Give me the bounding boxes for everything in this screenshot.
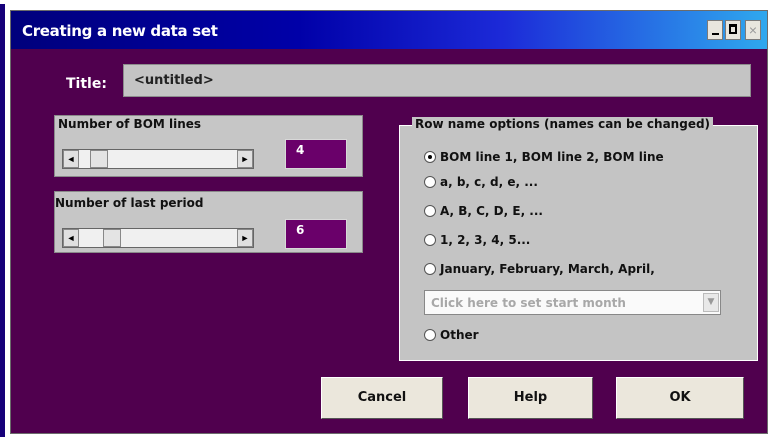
last-period-label: Number of last period <box>55 196 204 210</box>
title-bar[interactable]: Creating a new data set × <box>11 11 767 49</box>
start-month-select[interactable]: Click here to set start month ▼ <box>424 290 721 315</box>
start-month-placeholder: Click here to set start month <box>431 296 626 310</box>
chevron-down-icon[interactable]: ▼ <box>703 293 719 312</box>
bom-lines-slider-thumb[interactable] <box>90 150 109 168</box>
radio-button[interactable] <box>424 151 436 163</box>
minimize-button[interactable] <box>707 20 723 40</box>
title-input[interactable]: <untitled> <box>123 64 751 97</box>
scroll-left-icon[interactable]: ◄ <box>63 150 79 168</box>
ok-button[interactable]: OK <box>616 377 744 419</box>
radio-button[interactable] <box>424 205 436 217</box>
radio-label: January, February, March, April, <box>440 262 655 276</box>
maximize-button[interactable] <box>725 20 741 40</box>
bom-lines-group: Number of BOM lines ◄ ► 4 <box>54 115 363 177</box>
radio-label: a, b, c, d, e, ... <box>440 175 538 189</box>
last-period-slider[interactable]: ◄ ► <box>62 228 254 248</box>
help-button[interactable]: Help <box>468 377 593 419</box>
close-button[interactable]: × <box>745 20 761 40</box>
scroll-right-icon[interactable]: ► <box>237 229 253 247</box>
cancel-button[interactable]: Cancel <box>321 377 443 419</box>
scroll-left-icon[interactable]: ◄ <box>63 229 79 247</box>
last-period-slider-thumb[interactable] <box>102 229 121 247</box>
row-name-options-legend: Row name options (names can be changed) <box>412 117 714 131</box>
row-name-options-group: Row name options (names can be changed) … <box>399 117 758 361</box>
maximize-icon <box>729 24 737 34</box>
minimize-icon <box>712 33 719 35</box>
radio-label: Other <box>440 328 479 342</box>
radio-button[interactable] <box>424 176 436 188</box>
radio-label: A, B, C, D, E, ... <box>440 204 543 218</box>
bom-lines-slider[interactable]: ◄ ► <box>62 149 254 169</box>
bom-lines-value[interactable]: 4 <box>285 139 347 169</box>
close-icon: × <box>748 22 758 38</box>
window-title: Creating a new data set <box>22 22 218 40</box>
radio-label: BOM line 1, BOM line 2, BOM line <box>440 150 664 164</box>
title-label: Title: <box>66 76 107 92</box>
radio-button[interactable] <box>424 329 436 341</box>
radio-button[interactable] <box>424 263 436 275</box>
radio-button[interactable] <box>424 234 436 246</box>
dialog-window: Creating a new data set × Title: <untitl… <box>10 10 768 434</box>
last-period-value[interactable]: 6 <box>285 219 347 249</box>
bom-lines-label: Number of BOM lines <box>58 117 202 131</box>
radio-label: 1, 2, 3, 4, 5... <box>440 233 531 247</box>
scroll-right-icon[interactable]: ► <box>237 150 253 168</box>
window-left-edge <box>0 4 5 437</box>
last-period-group: Number of last period ◄ ► 6 <box>54 191 363 253</box>
